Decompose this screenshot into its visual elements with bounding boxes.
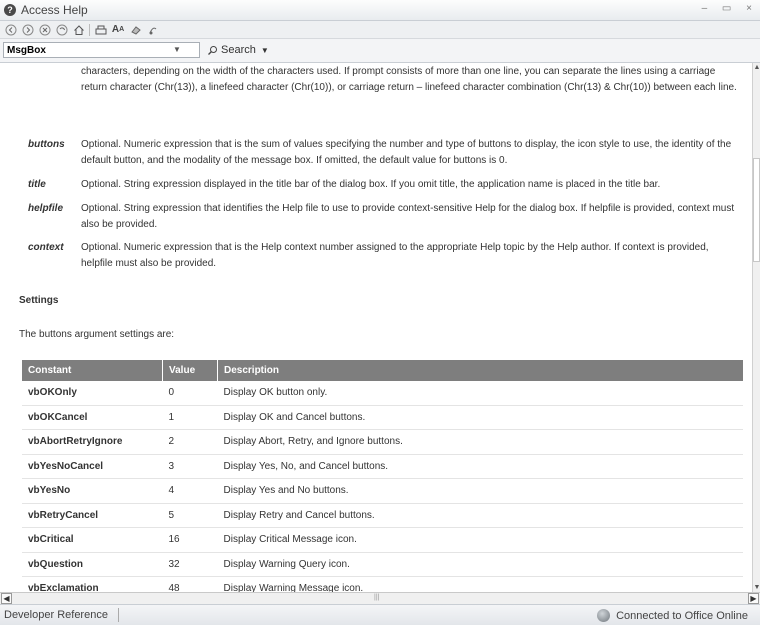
toolbar: AA <box>0 21 760 39</box>
search-scope-dropdown-icon[interactable]: ▼ <box>173 45 181 54</box>
description-cell: Display Yes, No, and Cancel buttons. <box>217 454 743 479</box>
stop-icon[interactable] <box>38 23 51 36</box>
buttons-settings-table: Constant Value Description vbOKOnly 0 Disp… <box>22 360 743 592</box>
description-cell: Display Yes and No buttons. <box>217 478 743 504</box>
param-name: context <box>28 242 64 253</box>
vertical-scroll-thumb[interactable] <box>753 158 760 262</box>
description-cell: Display Critical Message icon. <box>217 527 743 553</box>
refresh-icon[interactable] <box>55 23 68 36</box>
help-content: characters, depending on the width of th… <box>0 63 752 592</box>
description-cell: Display Retry and Cancel buttons. <box>217 503 743 528</box>
param-desc: Optional. String expression that identif… <box>81 203 735 230</box>
description-cell: Display OK button only. <box>217 381 743 406</box>
constant-cell: vbYesNo <box>22 478 163 504</box>
status-bar: Developer Reference Connected to Office … <box>0 604 760 625</box>
scroll-up-icon[interactable]: ▲ <box>753 64 760 71</box>
column-header-constant: Constant <box>22 360 163 381</box>
table-row: vbYesNo 4 Display Yes and No buttons. <box>22 478 743 504</box>
table-row: vbOKCancel 1 Display OK and Cancel buttons… <box>22 405 743 430</box>
search-bar: ▼ Search ▼ <box>0 39 760 63</box>
description-cell: Display OK and Cancel buttons. <box>217 405 743 430</box>
status-topic-scope[interactable]: Developer Reference <box>4 609 108 621</box>
table-header-row: Constant Value Description <box>22 360 743 381</box>
table-row: vbYesNoCancel 3 Display Yes, No, and Cance… <box>22 454 743 479</box>
constant-cell: vbOKOnly <box>22 381 163 406</box>
description-cell: Display Abort, Retry, and Ignore buttons… <box>217 429 743 455</box>
param-continuation-text: characters, depending on the width of th… <box>81 66 737 93</box>
globe-icon <box>597 609 611 622</box>
param-desc: Optional. Numeric expression that is the… <box>81 139 732 166</box>
description-cell: Display Warning Message icon. <box>217 576 743 592</box>
constant-cell: vbOKCancel <box>22 405 163 430</box>
constant-cell: vbAbortRetryIgnore <box>22 429 163 455</box>
table-row: vbExclamation 48 Display Warning Message i… <box>22 576 743 592</box>
print-icon[interactable] <box>94 23 107 36</box>
scroll-grip-icon: ||| <box>374 594 380 601</box>
help-app-icon: ? <box>4 4 16 16</box>
value-cell: 16 <box>162 527 218 553</box>
window-title: Access Help <box>21 3 88 17</box>
text-size-icon[interactable]: AA <box>111 23 125 36</box>
toc-icon[interactable] <box>146 23 159 36</box>
constant-cell: vbYesNoCancel <box>22 454 163 479</box>
scroll-left-icon[interactable]: ◀ <box>1 593 12 604</box>
param-desc: Optional. Numeric expression that is the… <box>81 242 709 269</box>
param-name: title <box>28 179 46 190</box>
description-cell: Display Warning Query icon. <box>217 552 743 577</box>
constant-cell: vbQuestion <box>22 552 163 577</box>
table-row: vbQuestion 32 Display Warning Query icon. <box>22 552 743 577</box>
connection-status-label: Connected to Office Online <box>616 609 748 622</box>
constant-cell: vbExclamation <box>22 576 163 592</box>
scroll-right-icon[interactable]: ▶ <box>748 593 759 604</box>
value-cell: 2 <box>162 429 218 455</box>
search-button-label: Search <box>221 44 256 56</box>
forward-icon[interactable] <box>21 23 34 36</box>
vertical-scrollbar[interactable]: ▲ ▼ <box>752 63 760 592</box>
back-icon[interactable] <box>4 23 17 36</box>
value-cell: 3 <box>162 454 218 479</box>
param-desc: Optional. String expression displayed in… <box>81 179 661 190</box>
settings-heading: Settings <box>19 295 59 306</box>
connection-status[interactable]: Connected to Office Online <box>597 609 748 622</box>
window-controls[interactable]: – ▭ × <box>702 3 758 14</box>
value-cell: 0 <box>162 381 218 406</box>
value-cell: 32 <box>162 552 218 577</box>
column-header-description: Description <box>217 360 743 381</box>
value-cell: 1 <box>162 405 218 430</box>
search-dropdown-icon: ▼ <box>260 45 269 55</box>
table-row: vbCritical 16 Display Critical Message ico… <box>22 527 743 553</box>
horizontal-scrollbar[interactable]: ◀ ||| ▶ <box>0 592 760 604</box>
status-separator <box>118 608 119 622</box>
table-row: vbAbortRetryIgnore 2 Display Abort, Retry,… <box>22 429 743 455</box>
table-row: vbRetryCancel 5 Display Retry and Cancel b… <box>22 503 743 528</box>
value-cell: 48 <box>162 576 218 592</box>
toolbar-separator <box>89 23 90 36</box>
home-icon[interactable] <box>72 23 85 36</box>
column-header-value: Value <box>162 360 218 381</box>
constant-cell: vbRetryCancel <box>22 503 163 528</box>
settings-intro: The buttons argument settings are: <box>19 329 175 340</box>
scroll-down-icon[interactable]: ▼ <box>753 584 760 591</box>
constant-cell: vbCritical <box>22 527 163 553</box>
param-name: helpfile <box>28 203 64 214</box>
title-bar: ? Access Help – ▭ × <box>0 0 760 21</box>
value-cell: 5 <box>162 503 218 528</box>
param-name: buttons <box>28 139 65 150</box>
search-button[interactable]: Search ▼ <box>207 44 269 56</box>
value-cell: 4 <box>162 478 218 504</box>
table-row: vbOKOnly 0 Display OK button only. <box>22 381 743 406</box>
search-icon <box>208 45 217 55</box>
search-input[interactable] <box>3 42 200 58</box>
keep-on-top-icon[interactable] <box>129 23 142 36</box>
